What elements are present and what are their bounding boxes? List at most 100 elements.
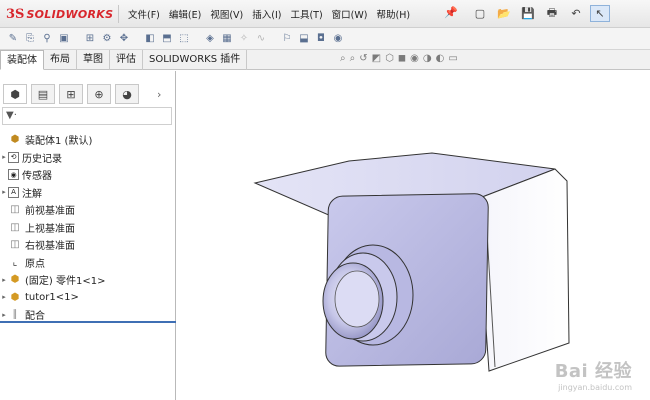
interference-detection-icon[interactable]: ⚐ — [280, 32, 294, 46]
menu-view[interactable]: 视图(V) — [210, 7, 243, 21]
menu-help[interactable]: 帮助(H) — [376, 7, 410, 21]
tree-item-front-plane[interactable]: ◫ 前视基准面 — [0, 201, 176, 219]
menu-edit[interactable]: 编辑(E) — [169, 7, 201, 21]
hole-alignment-icon[interactable]: ◘ — [314, 32, 328, 46]
move-component-icon[interactable]: ✥ — [117, 32, 131, 46]
apply-scene-icon[interactable]: ◐ — [436, 53, 445, 64]
tree-item-tutor1[interactable]: ▸ ⬢ tutor1<1> — [0, 289, 176, 307]
origin-icon: ⌞ — [12, 256, 18, 268]
tab-evaluate[interactable]: 评估 — [110, 50, 143, 70]
tree-item-right-plane[interactable]: ◫ 右视基准面 — [0, 236, 176, 254]
tab-sketch[interactable]: 草图 — [77, 50, 110, 70]
dimxpert-icon[interactable]: ⊕ — [87, 84, 111, 104]
save-icon[interactable]: 💾 — [518, 5, 538, 22]
tree-item-sensors[interactable]: ◉ 传感器 — [0, 166, 176, 184]
chevron-right-icon[interactable]: › — [157, 88, 161, 101]
watermark-main: Bai 经验 — [554, 361, 632, 382]
watermark-url: jingyan.baidu.com — [558, 383, 632, 392]
tree-filter[interactable]: ▼· — [2, 107, 172, 125]
view-settings-icon[interactable]: ▭ — [448, 53, 457, 64]
tree-item-label: 上视基准面 — [25, 223, 75, 235]
bill-of-materials-icon[interactable]: ▦ — [220, 32, 234, 46]
show-hidden-icon[interactable]: ◧ — [143, 32, 157, 46]
open-folder-icon[interactable]: 📂 — [494, 5, 514, 22]
print-icon[interactable]: 🖶 — [542, 5, 562, 22]
tree-item-origin[interactable]: ⌞ 原点 — [0, 254, 176, 272]
feature-tree: ⬢ 装配体1 (默认) ▸ ⟲ 历史记录 ◉ 传感器 ▸ A 注解 ◫ 前视基准… — [0, 131, 176, 324]
edit-component-icon[interactable]: ✎ — [6, 32, 20, 46]
logo-text: SOLIDWORKS — [26, 7, 114, 21]
expand-arrow[interactable]: ▸ — [0, 188, 8, 196]
tree-item-label: 装配体1 (默认) — [25, 136, 93, 148]
main-menu: 文件(F) 编辑(E) 视图(V) 插入(I) 工具(T) 窗口(W) 帮助(H… — [128, 7, 410, 21]
smart-fasteners-icon[interactable]: ⚙ — [100, 32, 114, 46]
zoom-to-area-icon[interactable]: ⌕ — [350, 53, 356, 64]
undo-icon[interactable]: ↶ — [566, 5, 586, 22]
display-manager-icon[interactable]: ◕ — [115, 84, 139, 104]
configuration-manager-icon[interactable]: ⊞ — [59, 84, 83, 104]
mates-icon: ∥ — [12, 309, 18, 321]
section-view-icon[interactable]: ◩ — [372, 53, 381, 64]
assembly-features-icon[interactable]: ⬒ — [160, 32, 174, 46]
expand-arrow[interactable]: ▸ — [0, 293, 8, 301]
box-side-face — [476, 168, 570, 372]
menu-file[interactable]: 文件(F) — [128, 7, 160, 21]
exploded-view-icon[interactable]: ✧ — [237, 32, 251, 46]
assembly-model[interactable] — [177, 71, 650, 400]
tree-item-assembly[interactable]: ⬢ 装配体1 (默认) — [0, 131, 176, 149]
pin-icon[interactable]: 📌 — [444, 6, 458, 19]
menu-tools[interactable]: 工具(T) — [290, 7, 322, 21]
graphics-area[interactable]: Bai 经验 jingyan.baidu.com — [177, 71, 650, 400]
previous-view-icon[interactable]: ↺ — [359, 53, 367, 64]
solidworks-logo[interactable]: 3S SOLIDWORKS — [6, 5, 113, 23]
menu-insert[interactable]: 插入(I) — [252, 7, 281, 21]
view-orientation-icon[interactable]: ⬡ — [385, 53, 394, 64]
tree-item-label: (固定) 零件1<1> — [25, 276, 106, 288]
annotation-icon: A — [8, 186, 19, 198]
tree-item-part1[interactable]: ▸ ⬢ (固定) 零件1<1> — [0, 271, 176, 289]
tree-item-label: 传感器 — [22, 171, 52, 183]
tree-item-label: 前视基准面 — [25, 206, 75, 218]
property-manager-icon[interactable]: ▤ — [31, 84, 55, 104]
part-icon: ⬢ — [10, 291, 20, 303]
select-pointer-icon[interactable]: ↖ — [590, 5, 610, 22]
feature-manager-icon[interactable]: ⬢ — [3, 84, 27, 104]
display-style-icon[interactable]: ◼ — [398, 53, 406, 64]
instant3d-icon[interactable]: ◉ — [331, 32, 345, 46]
expand-arrow[interactable]: ▸ — [0, 276, 8, 284]
heads-up-view-toolbar: ⌕ ⌕ ↺ ◩ ⬡ ◼ ◉ ◑ ◐ ▭ — [340, 53, 458, 64]
reference-geometry-icon[interactable]: ⬚ — [177, 32, 191, 46]
command-toolbar: ✎ ⎘ ⚲ ▣ ⊞ ⚙ ✥ ◧ ⬒ ⬚ ◈ ▦ ✧ ∿ ⚐ ⬓ ◘ ◉ — [0, 28, 650, 50]
command-manager-tabs: 装配体 布局 草图 评估 SOLIDWORKS 插件 ⌕ ⌕ ↺ ◩ ⬡ ◼ ◉… — [0, 50, 650, 70]
tab-strip: 装配体 布局 草图 评估 SOLIDWORKS 插件 — [0, 50, 248, 70]
tab-layout[interactable]: 布局 — [44, 50, 77, 70]
panel-tab-strip: ⬢ ▤ ⊞ ⊕ ◕ › — [0, 83, 176, 105]
tree-item-annotations[interactable]: ▸ A 注解 — [0, 184, 176, 202]
sensor-icon: ◉ — [8, 169, 19, 181]
component-preview-icon[interactable]: ▣ — [57, 32, 71, 46]
linear-pattern-icon[interactable]: ⊞ — [83, 32, 97, 46]
edit-appearance-icon[interactable]: ◑ — [423, 53, 432, 64]
insert-component-icon[interactable]: ⎘ — [23, 32, 37, 46]
logo-mark: 3S — [6, 6, 25, 22]
quick-access-toolbar: ▢ 📂 💾 🖶 ↶ ↖ — [470, 5, 610, 22]
tree-item-label: tutor1<1> — [25, 291, 79, 303]
menu-window[interactable]: 窗口(W) — [332, 7, 368, 21]
new-motion-study-icon[interactable]: ◈ — [203, 32, 217, 46]
zoom-to-fit-icon[interactable]: ⌕ — [340, 53, 346, 64]
tree-item-label: 历史记录 — [22, 153, 62, 165]
expand-arrow[interactable]: ▸ — [0, 153, 8, 161]
tab-solidworks-addins[interactable]: SOLIDWORKS 插件 — [143, 50, 248, 70]
hide-show-items-icon[interactable]: ◉ — [410, 53, 419, 64]
tree-item-top-plane[interactable]: ◫ 上视基准面 — [0, 219, 176, 237]
new-document-icon[interactable]: ▢ — [470, 5, 490, 22]
explode-line-sketch-icon[interactable]: ∿ — [254, 32, 268, 46]
expand-arrow[interactable]: ▸ — [0, 311, 8, 319]
plane-icon: ◫ — [10, 239, 20, 251]
clearance-verification-icon[interactable]: ⬓ — [297, 32, 311, 46]
mate-icon[interactable]: ⚲ — [40, 32, 54, 46]
assembly-icon: ⬢ — [10, 134, 20, 146]
tab-assembly[interactable]: 装配体 — [0, 50, 44, 70]
tree-item-history[interactable]: ▸ ⟲ 历史记录 — [0, 149, 176, 167]
watermark: Bai 经验 jingyan.baidu.com — [555, 357, 632, 392]
